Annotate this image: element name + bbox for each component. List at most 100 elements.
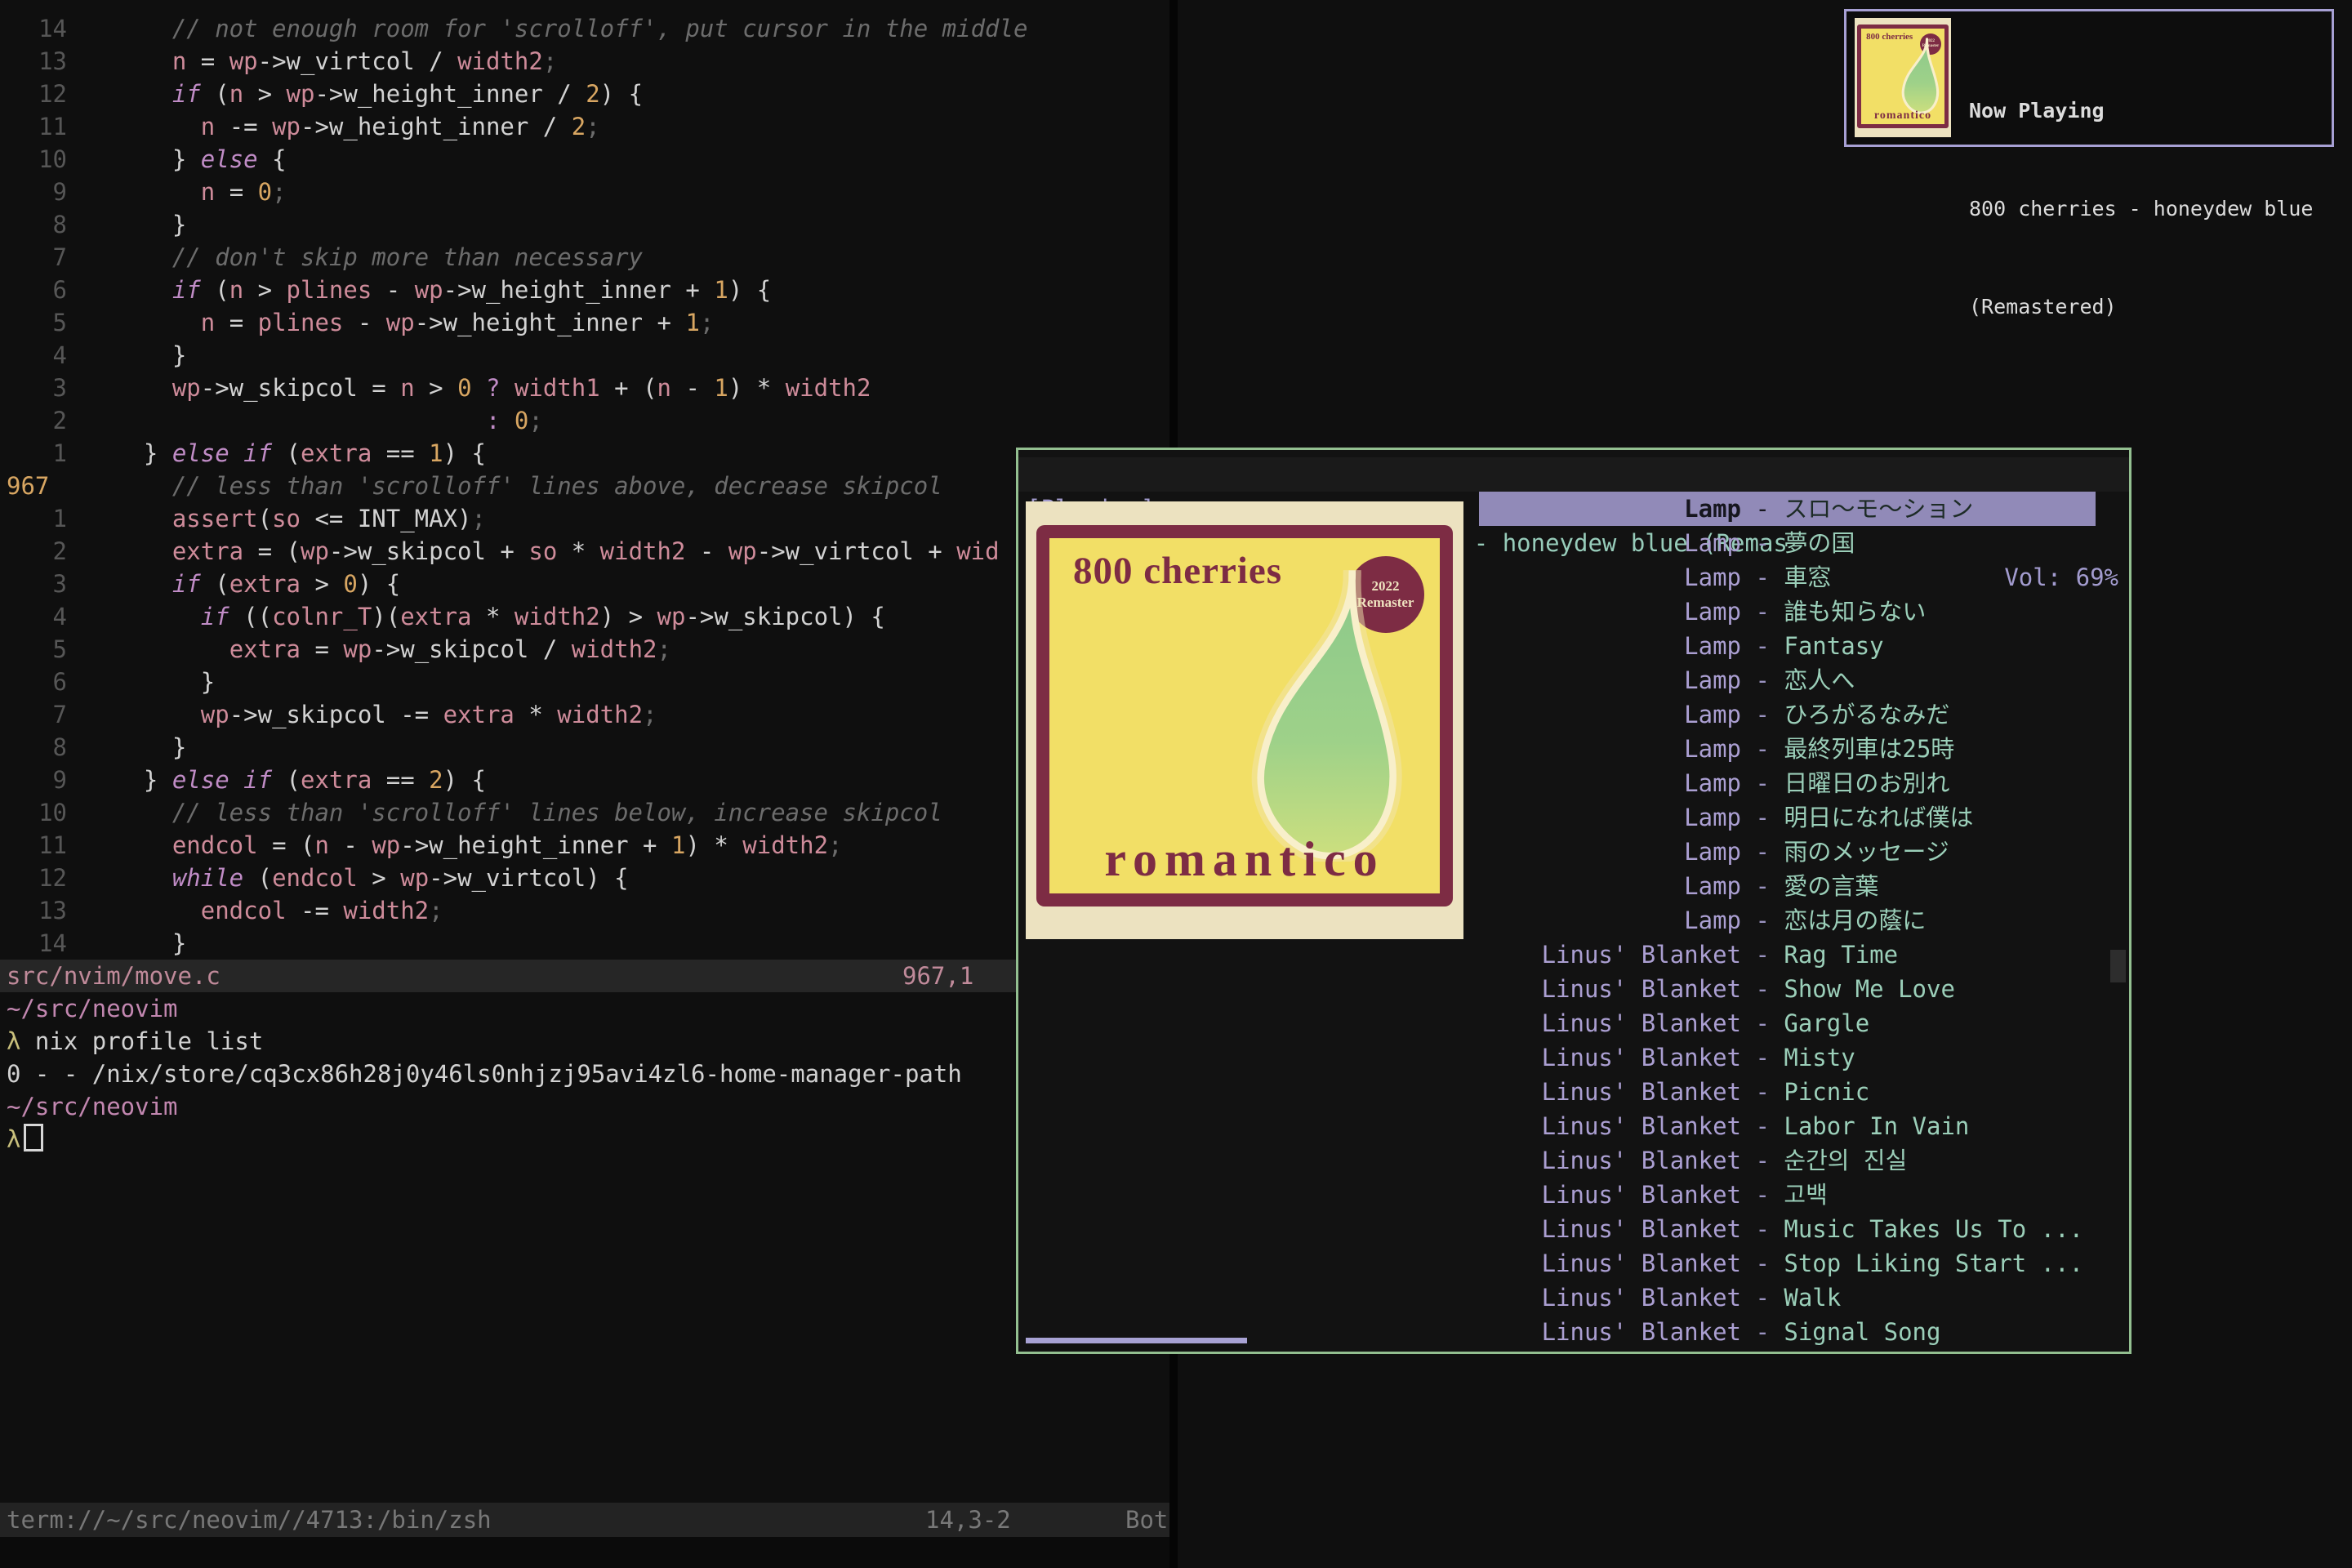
code-line[interactable]: 7 wp->w_skipcol -= extra * width2; <box>0 698 1169 731</box>
line-number: 6 <box>0 274 67 306</box>
line-number: 2 <box>0 404 67 437</box>
terminal-line[interactable]: λ nix profile list <box>7 1025 263 1058</box>
code-line[interactable]: 7 // don't skip more than necessary <box>0 241 1169 274</box>
now-playing-notification[interactable]: 800 cherries 2022Remaster romantico Now … <box>1844 9 2334 147</box>
queue-item[interactable]: Linus' Blanket - Stop Liking Start ... <box>1479 1246 2096 1281</box>
code-line[interactable]: 3 if (extra > 0) { <box>0 568 1169 600</box>
queue-item[interactable]: Lamp - 最終列車は25時 <box>1479 732 2096 766</box>
terminal-buffer-name: term://~/src/neovim//4713:/bin/zsh <box>7 1503 492 1537</box>
queue-item[interactable]: Linus' Blanket - Gargle <box>1479 1006 2096 1040</box>
line-number: 4 <box>0 339 67 372</box>
line-number: 10 <box>0 796 67 829</box>
line-number: 3 <box>0 568 67 600</box>
queue-item[interactable]: Linus' Blanket - Show Me Love <box>1479 972 2096 1006</box>
vim-cmdline <box>0 1537 1169 1568</box>
code-line[interactable]: 11 endcol = (n - wp->w_height_inner + 1)… <box>0 829 1169 862</box>
code-line[interactable]: 2 extra = (wp->w_skipcol + so * width2 -… <box>0 535 1169 568</box>
code-line[interactable]: 5 n = plines - wp->w_height_inner + 1; <box>0 306 1169 339</box>
queue-item[interactable]: Linus' Blanket - Rag Time <box>1479 938 2096 972</box>
desktop: { "colors": { "accent_lavender": "#a29bc… <box>0 0 2352 1568</box>
queue-item[interactable]: Linus' Blanket - Labor In Vain <box>1479 1109 2096 1143</box>
queue-item[interactable]: Linus' Blanket - 고백 <box>1479 1178 2096 1212</box>
code-line[interactable]: 13 endcol -= width2; <box>0 894 1169 927</box>
album-art: 800 cherries 2022Remaster romantico <box>1026 501 1463 939</box>
queue-item[interactable]: Lamp - 明日になれば僕は <box>1479 800 2096 835</box>
code-line[interactable]: 8 } <box>0 208 1169 241</box>
current-line-number: 967 <box>0 470 105 502</box>
queue-item[interactable]: Lamp - 日曜日のお別れ <box>1479 766 2096 800</box>
code-line[interactable]: 4 } <box>0 339 1169 372</box>
vim-statusline: src/nvim/move.c 967,1 <box>0 960 1169 992</box>
code-line[interactable]: 3 wp->w_skipcol = n > 0 ? width1 + (n - … <box>0 372 1169 404</box>
code-line[interactable]: 6 if (n > plines - wp->w_height_inner + … <box>0 274 1169 306</box>
music-player-window[interactable]: [Playing] herries - honeydew blue (Remas… <box>1016 448 2132 1354</box>
code-line[interactable]: 8 } <box>0 731 1169 764</box>
terminal-line: ~/src/neovim <box>7 992 178 1025</box>
terminal-line[interactable]: λ <box>7 1123 43 1156</box>
code-line[interactable]: 12 if (n > wp->w_height_inner / 2) { <box>0 78 1169 110</box>
line-number: 2 <box>0 535 67 568</box>
queue-item[interactable]: Lamp - 夢の国 <box>1479 526 2096 560</box>
code-line[interactable]: 12 while (endcol > wp->w_virtcol) { <box>0 862 1169 894</box>
terminal-scroll-position: Bot <box>1125 1503 1168 1537</box>
queue-item[interactable]: Linus' Blanket - Signal Song <box>1479 1315 2096 1349</box>
teardrop-illustration <box>1891 35 1940 115</box>
line-number: 8 <box>0 208 67 241</box>
terminal-line: 0 - - /nix/store/cq3cx86h28j0y46ls0nhjzj… <box>7 1058 962 1090</box>
queue-item[interactable]: Lamp - 誰も知らない <box>1479 595 2096 629</box>
code-line[interactable]: 2 : 0; <box>0 404 1169 437</box>
queue-item[interactable]: Linus' Blanket - Picnic <box>1479 1075 2096 1109</box>
code-line[interactable]: 4 if ((colnr_T)(extra * width2) > wp->w_… <box>0 600 1169 633</box>
code-line[interactable]: 967 // less than 'scrolloff' lines above… <box>0 470 1169 502</box>
line-number: 14 <box>0 12 67 45</box>
queue-item[interactable]: Linus' Blanket - Misty <box>1479 1040 2096 1075</box>
code-line[interactable]: 9 } else if (extra == 2) { <box>0 764 1169 796</box>
line-number: 7 <box>0 698 67 731</box>
queue-item[interactable]: Lamp - 雨のメッセージ <box>1479 835 2096 869</box>
queue-item-current[interactable]: Lamp - スロ〜モ〜ション <box>1479 492 2096 526</box>
terminal-statusline: term://~/src/neovim//4713:/bin/zsh 14,3-… <box>0 1503 1169 1537</box>
queue-item[interactable]: Lamp - 恋人へ <box>1479 663 2096 697</box>
queue-item[interactable]: Linus' Blanket - Music Takes Us To ... <box>1479 1212 2096 1246</box>
code-line[interactable]: 10 } else { <box>0 143 1169 176</box>
queue-item[interactable]: Lamp - Fantasy <box>1479 629 2096 663</box>
notification-album-thumbnail: 800 cherries 2022Remaster romantico <box>1855 18 1951 137</box>
line-number: 5 <box>0 633 67 666</box>
line-number: 12 <box>0 862 67 894</box>
terminal-line: ~/src/neovim <box>7 1090 178 1123</box>
cursor <box>24 1124 43 1152</box>
queue-item[interactable]: Lamp - ひろがるなみだ <box>1479 697 2096 732</box>
line-number: 4 <box>0 600 67 633</box>
album-frame: 800 cherries 2022Remaster romantico <box>1036 525 1452 906</box>
code-line[interactable]: 1 } else if (extra == 1) { <box>0 437 1169 470</box>
code-line[interactable]: 9 n = 0; <box>0 176 1169 208</box>
code-line[interactable]: 14 // not enough room for 'scrolloff', p… <box>0 12 1169 45</box>
notification-text: Now Playing 800 cherries - honeydew blue… <box>1969 29 2313 389</box>
code-line[interactable]: 14 } <box>0 927 1169 960</box>
neovim-editor-pane[interactable]: 14 // not enough room for 'scrolloff', p… <box>0 0 1169 1568</box>
scrollbar-thumb[interactable] <box>2110 950 2126 982</box>
code-line[interactable]: 11 n -= wp->w_height_inner / 2; <box>0 110 1169 143</box>
line-number: 12 <box>0 78 67 110</box>
code-line[interactable]: 10 // less than 'scrolloff' lines below,… <box>0 796 1169 829</box>
notification-body-line2: (Remastered) <box>1969 291 2313 323</box>
queue-item[interactable]: Lamp - 車窓 <box>1479 560 2096 595</box>
album-title-label: romantico <box>1049 831 1439 888</box>
line-number: 11 <box>0 110 67 143</box>
line-number: 14 <box>0 927 67 960</box>
code-line[interactable]: 1 assert(so <= INT_MAX); <box>0 502 1169 535</box>
progress-bar[interactable] <box>1026 1338 1247 1343</box>
line-number: 10 <box>0 143 67 176</box>
code-line[interactable]: 5 extra = wp->w_skipcol / width2; <box>0 633 1169 666</box>
queue-item[interactable]: Linus' Blanket - 순간의 진실 <box>1479 1143 2096 1178</box>
line-number: 9 <box>0 764 67 796</box>
queue-item[interactable]: Lamp - 愛の言葉 <box>1479 869 2096 903</box>
line-number: 13 <box>0 45 67 78</box>
code-line[interactable]: 13 n = wp->w_virtcol / width2; <box>0 45 1169 78</box>
queue-item[interactable]: Linus' Blanket - Walk <box>1479 1281 2096 1315</box>
queue-item[interactable]: Lamp - 恋は月の蔭に <box>1479 903 2096 938</box>
statusline-filename: src/nvim/move.c <box>7 960 220 992</box>
code-line[interactable]: 6 } <box>0 666 1169 698</box>
line-number: 6 <box>0 666 67 698</box>
line-number: 13 <box>0 894 67 927</box>
